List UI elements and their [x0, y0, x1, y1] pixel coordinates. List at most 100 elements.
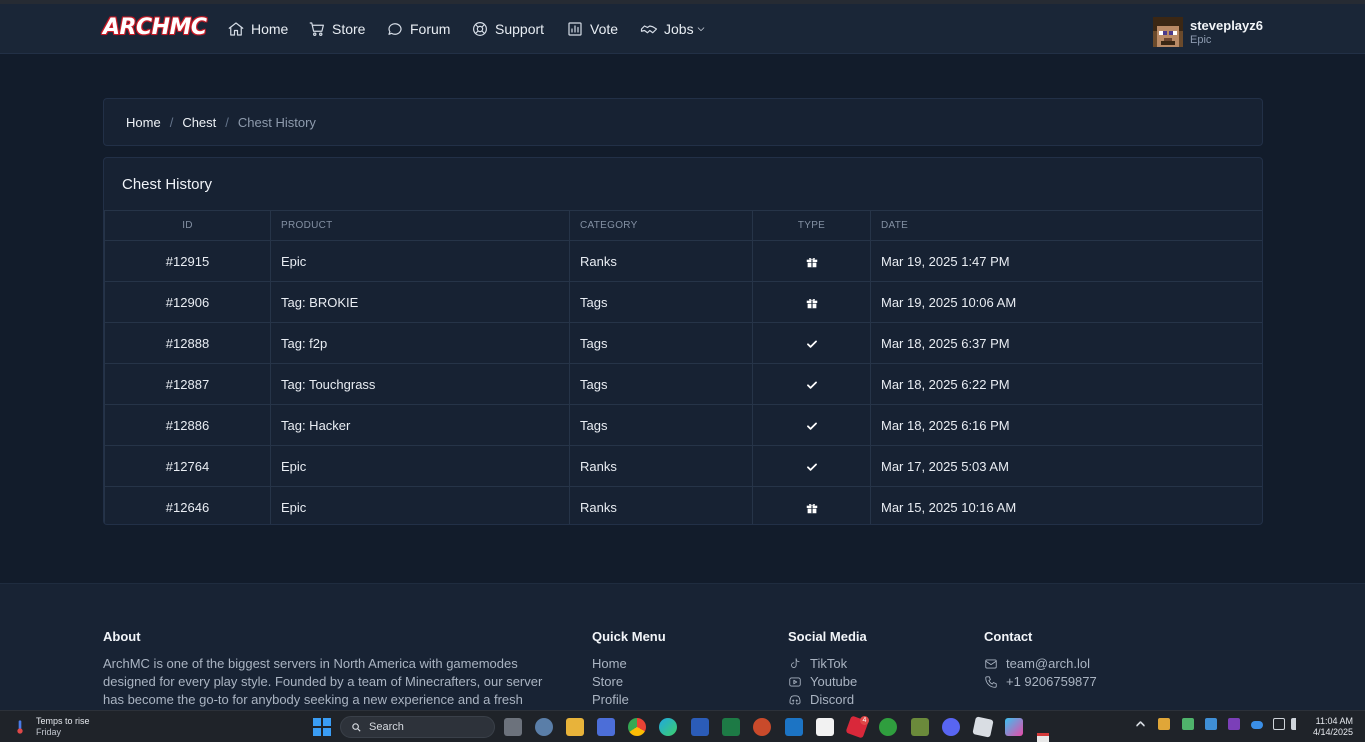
cell-date: Mar 15, 2025 10:16 AM	[870, 486, 1262, 524]
task-view-icon[interactable]	[504, 718, 522, 736]
username: steveplayz6	[1190, 17, 1263, 33]
footer-link-store[interactable]: Store	[592, 673, 666, 691]
weather-line2: Friday	[36, 727, 62, 737]
taskbar-search-placeholder: Search	[369, 721, 404, 733]
nav-home[interactable]: Home	[227, 18, 288, 40]
nav-jobs-label: Jobs	[664, 21, 694, 37]
discord-taskbar-icon[interactable]	[942, 718, 960, 736]
nav-home-label: Home	[251, 21, 289, 37]
copilot-icon[interactable]	[1005, 718, 1023, 736]
table-row: #12886 Tag: Hacker Tags Mar 18, 2025 6:16 P…	[104, 404, 1262, 446]
footer-link-youtube[interactable]: Youtube	[788, 673, 867, 691]
calendar-icon[interactable]	[1037, 733, 1049, 742]
breadcrumb-chest[interactable]: Chest	[182, 115, 216, 130]
column-header-id: ID	[104, 210, 271, 241]
footer-about-line: designed for every play style. Founded b…	[103, 674, 543, 689]
breadcrumb-home[interactable]: Home	[126, 115, 161, 130]
chevron-up-icon[interactable]	[1135, 720, 1146, 731]
cell-type	[752, 404, 871, 446]
cell-date: Mar 17, 2025 5:03 AM	[870, 445, 1262, 487]
user-menu[interactable]: steveplayz6 Epic	[1153, 14, 1263, 50]
roblox-studio-icon[interactable]	[816, 718, 834, 736]
minecraft-icon[interactable]	[911, 718, 929, 736]
outlook-icon[interactable]	[785, 718, 803, 736]
footer-contact: Contact team@arch.lol +1 9206759877	[984, 629, 1097, 691]
footer-link-profile[interactable]: Profile	[592, 691, 666, 709]
cell-id: #12646	[104, 486, 271, 524]
table-row: #12764 Epic Ranks Mar 17, 2025 5:03 AM	[104, 445, 1262, 487]
chrome-icon[interactable]	[628, 718, 646, 736]
footer: About ArchMC is one of the biggest serve…	[0, 583, 1365, 710]
home-icon	[228, 22, 244, 36]
cell-category: Ranks	[569, 240, 753, 282]
cell-id: #12887	[104, 363, 271, 405]
site-logo[interactable]: ARCHMC	[103, 15, 207, 40]
breadcrumb-separator: /	[225, 114, 229, 130]
lifebuoy-icon	[473, 22, 487, 36]
nav-support[interactable]: Support	[471, 18, 544, 40]
footer-contact-phone-label: +1 9206759877	[1006, 674, 1097, 689]
discord-icon	[789, 695, 801, 705]
roblox-icon[interactable]	[972, 716, 994, 738]
table-header-row: ID PRODUCT CATEGORY TYPE DATE	[104, 210, 1262, 241]
cell-product: Epic	[270, 486, 570, 524]
footer-quick-menu: Quick Menu Home Store Profile	[592, 629, 666, 709]
chart-icon	[568, 22, 582, 36]
settings-icon[interactable]	[535, 718, 553, 736]
store-app-icon[interactable]	[597, 718, 615, 736]
table-row: #12915 Epic Ranks Mar 19, 2025 1:47 PM	[104, 240, 1262, 282]
gift-icon	[805, 253, 819, 268]
cell-type	[752, 363, 871, 405]
excel-icon[interactable]	[722, 718, 740, 736]
chest-history-table: ID PRODUCT CATEGORY TYPE DATE #12915 Epic…	[104, 210, 1262, 524]
word-icon[interactable]	[691, 718, 709, 736]
file-explorer-icon[interactable]	[566, 718, 584, 736]
onedrive-icon[interactable]	[1251, 721, 1263, 729]
display-icon[interactable]	[1273, 718, 1285, 730]
table-row: #12888 Tag: f2p Tags Mar 18, 2025 6:37 PM	[104, 322, 1262, 364]
footer-about-line: ArchMC is one of the biggest servers in …	[103, 656, 518, 671]
cell-category: Tags	[569, 404, 753, 446]
cell-product: Epic	[270, 445, 570, 487]
clock[interactable]: 11:04 AM 4/14/2025	[1313, 716, 1353, 738]
cell-date: Mar 19, 2025 10:06 AM	[870, 281, 1262, 323]
clock-date: 4/14/2025	[1312, 727, 1353, 737]
column-header-category: CATEGORY	[569, 210, 753, 241]
footer-link-discord[interactable]: Discord	[788, 691, 867, 709]
tray-security-icon[interactable]	[1182, 718, 1194, 730]
column-header-product: PRODUCT	[270, 210, 570, 241]
footer-link-tiktok[interactable]: TikTok	[788, 655, 867, 673]
weather-widget[interactable]: Temps to rise Friday	[12, 716, 90, 738]
xbox-icon[interactable]	[879, 718, 897, 736]
footer-link-home[interactable]: Home	[592, 655, 666, 673]
breadcrumb: Home / Chest / Chest History	[103, 98, 1263, 146]
footer-contact-title: Contact	[984, 629, 1033, 644]
search-icon	[352, 722, 361, 732]
cell-category: Ranks	[569, 486, 753, 524]
footer-contact-phone[interactable]: +1 9206759877	[984, 673, 1097, 691]
tray-app-icon[interactable]	[1158, 718, 1170, 730]
nav-jobs[interactable]: Jobs	[640, 18, 706, 40]
nav-forum[interactable]: Forum	[386, 18, 450, 40]
cell-id: #12888	[104, 322, 271, 364]
cell-id: #12906	[104, 281, 271, 323]
start-button-icon[interactable]	[313, 718, 331, 736]
nav-store[interactable]: Store	[308, 18, 365, 40]
check-icon	[805, 458, 819, 473]
edge-icon[interactable]	[659, 718, 677, 736]
cell-type	[752, 281, 871, 323]
cell-id: #12915	[104, 240, 271, 282]
footer-about: About ArchMC is one of the biggest serve…	[103, 629, 542, 709]
volume-muted-icon[interactable]	[1291, 718, 1299, 730]
tray-network-app-icon[interactable]	[1205, 718, 1217, 730]
taskbar-search[interactable]: Search	[340, 716, 495, 738]
nav-store-label: Store	[332, 21, 366, 37]
footer-contact-email[interactable]: team@arch.lol	[984, 655, 1097, 673]
mail-icon	[985, 659, 997, 669]
cell-date: Mar 18, 2025 6:16 PM	[870, 404, 1262, 446]
nav-vote[interactable]: Vote	[566, 18, 618, 40]
powerpoint-icon[interactable]	[753, 718, 771, 736]
phone-icon	[985, 676, 997, 688]
navbar: ARCHMC Home Store Forum Support Vote Job…	[0, 4, 1365, 54]
onenote-icon[interactable]	[1228, 718, 1240, 730]
